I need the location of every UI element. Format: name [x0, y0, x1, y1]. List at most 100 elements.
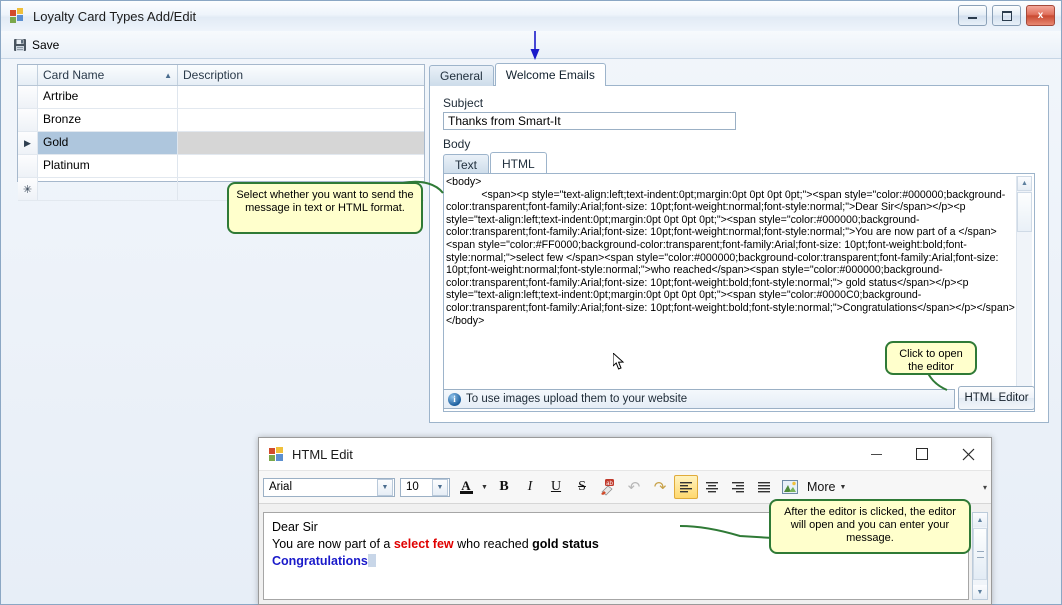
- editor-scrollbar[interactable]: ▲ ▼: [972, 512, 988, 600]
- html-editor-button[interactable]: HTML Editor: [958, 386, 1035, 410]
- cell-description[interactable]: [178, 109, 424, 131]
- grid-header-card-name[interactable]: Card Name ▲: [38, 65, 178, 85]
- close-button[interactable]: x: [1026, 5, 1055, 26]
- grid-header-row: Card Name ▲ Description: [18, 65, 424, 86]
- italic-button[interactable]: I: [518, 475, 542, 499]
- grid-header-card-name-label: Card Name: [43, 68, 105, 82]
- save-button[interactable]: Save: [6, 36, 66, 54]
- cell-card-name[interactable]: Platinum: [38, 155, 178, 177]
- cell-description[interactable]: [178, 132, 424, 154]
- dialog-close-button[interactable]: [945, 438, 991, 470]
- align-center-icon: [706, 482, 718, 493]
- bold-icon: B: [499, 479, 509, 494]
- tab-welcome-emails[interactable]: Welcome Emails: [494, 63, 606, 86]
- insert-image-button[interactable]: [778, 475, 802, 499]
- mouse-cursor: [612, 351, 625, 374]
- chevron-down-icon[interactable]: ▼: [432, 478, 448, 496]
- cell-card-name[interactable]: Artribe: [38, 86, 178, 108]
- body-tabstrip: Text HTML: [443, 152, 1035, 174]
- cell-card-name[interactable]: Bronze: [38, 109, 178, 131]
- scrollbar-thumb[interactable]: [973, 528, 987, 580]
- close-icon: [962, 448, 974, 460]
- table-row[interactable]: Artribe: [18, 86, 424, 109]
- font-color-glyph: A: [461, 478, 471, 493]
- maximize-icon: [1001, 10, 1012, 21]
- redo-button[interactable]: ↷: [648, 475, 672, 499]
- font-size-value: 10: [406, 481, 419, 493]
- minimize-icon: [870, 453, 882, 455]
- cell-description[interactable]: [178, 155, 424, 177]
- align-justify-button[interactable]: [752, 475, 776, 499]
- dialog-title: HTML Edit: [292, 446, 353, 462]
- card-types-grid[interactable]: Card Name ▲ Description Artribe Bronze ▶ Go…: [17, 64, 425, 201]
- save-button-label: Save: [32, 37, 60, 52]
- more-button[interactable]: More ▼: [803, 480, 850, 494]
- toolbar-overflow-button[interactable]: ▾: [983, 483, 987, 492]
- minimize-icon: [968, 17, 977, 19]
- bold-button[interactable]: B: [492, 475, 516, 499]
- align-left-button[interactable]: [674, 475, 698, 499]
- font-color-button[interactable]: A: [456, 475, 476, 499]
- highlight-button[interactable]: ab: [596, 475, 620, 499]
- form-icon: [269, 446, 284, 462]
- row-marker[interactable]: ✳: [18, 178, 38, 200]
- subject-input[interactable]: [443, 112, 736, 130]
- editor-callout-text: Click to open the editor: [899, 348, 963, 373]
- maximize-button[interactable]: [992, 5, 1021, 26]
- insert-image-icon: [782, 480, 798, 494]
- row-marker[interactable]: [18, 86, 38, 108]
- underline-icon: U: [550, 479, 562, 494]
- font-family-combo[interactable]: Arial ▼: [263, 477, 395, 497]
- scrollbar-thumb[interactable]: [1017, 192, 1032, 232]
- chevron-down-icon[interactable]: ▼: [377, 478, 393, 496]
- text-caret: [367, 554, 376, 567]
- font-family-value: Arial: [269, 481, 293, 493]
- html-source-scrollbar[interactable]: ▲ ▼: [1016, 176, 1032, 409]
- table-row[interactable]: Platinum: [18, 155, 424, 178]
- row-marker[interactable]: [18, 155, 38, 177]
- align-right-button[interactable]: [726, 475, 750, 499]
- info-icon: i: [448, 392, 461, 406]
- minimize-button[interactable]: [958, 5, 987, 26]
- strikethrough-icon: S: [578, 479, 586, 494]
- align-center-button[interactable]: [700, 475, 724, 499]
- info-bar-text: To use images upload them to your websit…: [466, 393, 688, 405]
- scroll-up-icon[interactable]: ▲: [973, 513, 987, 527]
- font-color-dropdown[interactable]: ▼: [478, 475, 490, 499]
- editor-callout: Click to open the editor: [885, 341, 977, 375]
- grid-header-selector: [18, 65, 38, 85]
- scrollbar-grip: [976, 550, 984, 558]
- dialog-maximize-button[interactable]: [899, 438, 945, 470]
- undo-button[interactable]: ↶: [622, 475, 646, 499]
- window-title: Loyalty Card Types Add/Edit: [33, 8, 197, 24]
- row-marker[interactable]: [18, 109, 38, 131]
- underline-button[interactable]: U: [544, 475, 568, 499]
- tab-html[interactable]: HTML: [490, 152, 547, 174]
- scroll-down-icon[interactable]: ▼: [973, 585, 987, 599]
- dialog-minimize-button[interactable]: [853, 438, 899, 470]
- dialog-title-bar: HTML Edit: [259, 438, 991, 471]
- editor-line2-bold-text: gold status: [532, 537, 599, 551]
- editor-line2-middle: who reached: [453, 537, 533, 551]
- after-editor-callout-tail: [680, 525, 774, 539]
- strikethrough-button[interactable]: S: [570, 475, 594, 499]
- floppy-disk-icon: [13, 38, 27, 52]
- editor-line2-red-text: select few: [393, 537, 454, 551]
- align-left-icon: [680, 482, 692, 493]
- info-bar: i To use images upload them to your webs…: [443, 389, 955, 409]
- cell-card-name[interactable]: [38, 178, 178, 200]
- tab-text[interactable]: Text: [443, 154, 490, 174]
- editor-line3-blue-text: Congratulations: [272, 554, 368, 568]
- scroll-up-icon[interactable]: ▲: [1017, 176, 1032, 191]
- undo-icon: ↶: [627, 479, 641, 496]
- cell-card-name[interactable]: Gold: [38, 132, 178, 154]
- grid-header-description[interactable]: Description: [178, 65, 424, 85]
- highlighter-icon: ab: [601, 479, 614, 496]
- row-marker[interactable]: ▶: [18, 132, 38, 154]
- font-size-combo[interactable]: 10 ▼: [400, 477, 450, 497]
- chevron-down-icon: ▼: [481, 483, 488, 491]
- table-row[interactable]: Bronze: [18, 109, 424, 132]
- table-row[interactable]: ▶ Gold: [18, 132, 424, 155]
- tab-general[interactable]: General: [429, 65, 494, 86]
- cell-description[interactable]: [178, 86, 424, 108]
